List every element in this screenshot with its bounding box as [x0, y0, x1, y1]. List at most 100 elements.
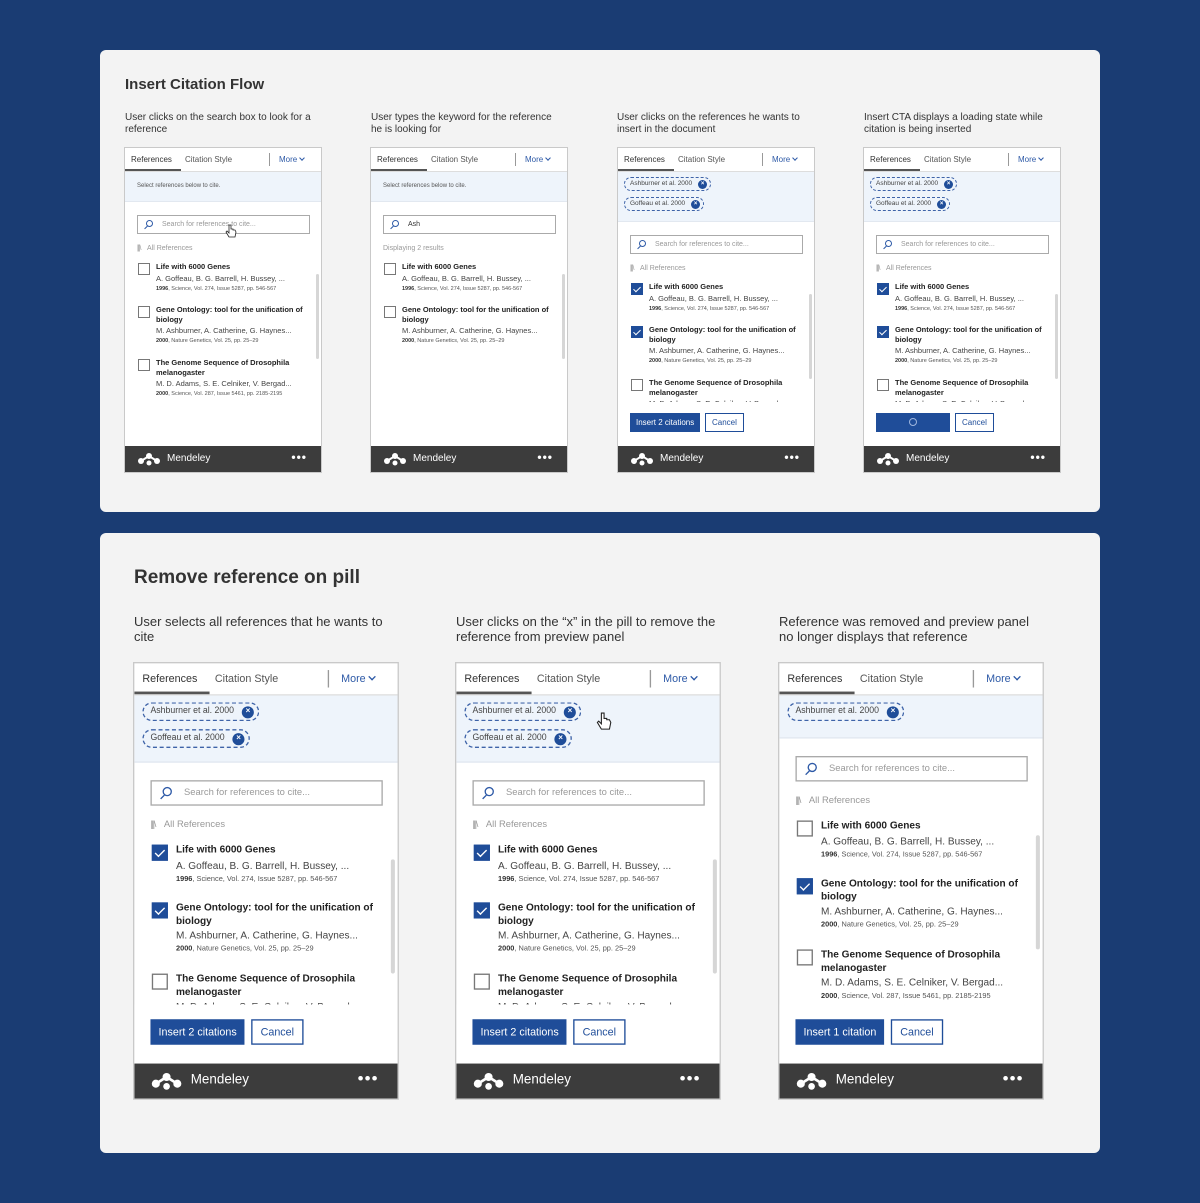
insert-citations-button[interactable]: Insert 1 citation: [795, 1019, 885, 1045]
more-menu-button[interactable]: More: [279, 155, 306, 164]
tab-citation-style[interactable]: Citation Style: [215, 673, 278, 685]
list-scrollbar[interactable]: [1055, 294, 1058, 379]
reference-item[interactable]: The Genome Sequence of Drosophila melano…: [618, 378, 814, 402]
reference-checkbox[interactable]: [631, 326, 643, 338]
insert-citations-button-loading[interactable]: [876, 413, 950, 432]
reference-authors: A. Goffeau, B. G. Barrell, H. Bussey, ..…: [649, 294, 778, 303]
all-references-label: |||\ All References: [876, 265, 932, 272]
tab-references[interactable]: References: [377, 155, 418, 164]
reference-checkbox[interactable]: [138, 359, 150, 371]
reference-checkbox[interactable]: [384, 306, 396, 318]
remove-pill-icon[interactable]: ×: [944, 180, 954, 189]
tab-citation-style[interactable]: Citation Style: [678, 155, 725, 164]
insert-citations-button[interactable]: Insert 2 citations: [150, 1019, 245, 1045]
reference-item[interactable]: Gene Ontology: tool for the unification …: [618, 325, 814, 378]
search-input[interactable]: Ash: [383, 215, 556, 234]
search-input[interactable]: Search for references to cite...: [472, 780, 705, 806]
reference-checkbox[interactable]: [473, 902, 490, 919]
cancel-button[interactable]: Cancel: [955, 413, 994, 432]
overflow-menu-icon[interactable]: •••: [358, 1069, 379, 1088]
reference-item[interactable]: The Genome Sequence of Drosophila melano…: [864, 378, 1060, 402]
list-scrollbar[interactable]: [1035, 835, 1040, 950]
search-input[interactable]: Search for references to cite...: [137, 215, 310, 234]
reference-checkbox[interactable]: [473, 973, 490, 990]
reference-item[interactable]: Gene Ontology: tool for the unification …: [456, 901, 719, 972]
reference-item[interactable]: The Genome Sequence of Drosophila melano…: [456, 972, 719, 1004]
reference-authors: M. D. Adams, S. E. Celniker, V. Bergad..…: [820, 976, 1004, 989]
tab-citation-style[interactable]: Citation Style: [185, 155, 232, 164]
reference-checkbox[interactable]: [151, 902, 168, 919]
reference-item[interactable]: The Genome Sequence of Drosophila melano…: [779, 948, 1042, 1004]
tab-references[interactable]: References: [787, 673, 842, 685]
tab-references[interactable]: References: [870, 155, 911, 164]
tab-citation-style[interactable]: Citation Style: [924, 155, 971, 164]
more-menu-button[interactable]: More: [772, 155, 799, 164]
overflow-menu-icon[interactable]: •••: [680, 1069, 701, 1088]
cancel-button[interactable]: Cancel: [251, 1019, 304, 1045]
search-input[interactable]: Search for references to cite...: [795, 756, 1028, 782]
reference-checkbox[interactable]: [151, 844, 168, 861]
reference-item[interactable]: Gene Ontology: tool for the unification …: [864, 325, 1060, 378]
reference-checkbox[interactable]: [796, 820, 813, 837]
more-menu-button[interactable]: More: [663, 673, 699, 685]
overflow-menu-icon[interactable]: •••: [784, 450, 800, 464]
reference-checkbox[interactable]: [138, 306, 150, 318]
reference-details: 2000, Nature Genetics, Vol. 25, pp. 25–2…: [176, 945, 384, 953]
remove-pill-icon[interactable]: ×: [886, 706, 900, 719]
tab-citation-style[interactable]: Citation Style: [537, 673, 600, 685]
insert-citations-button[interactable]: Insert 2 citations: [472, 1019, 567, 1045]
tab-citation-style[interactable]: Citation Style: [431, 155, 478, 164]
cancel-button[interactable]: Cancel: [705, 413, 744, 432]
reference-checkbox[interactable]: [796, 878, 813, 895]
reference-checkbox[interactable]: [877, 326, 889, 338]
remove-pill-icon[interactable]: ×: [698, 180, 708, 189]
search-input[interactable]: Search for references to cite...: [150, 780, 383, 806]
reference-item[interactable]: Gene Ontology: tool for the unification …: [125, 305, 321, 358]
reference-checkbox[interactable]: [138, 263, 150, 275]
tab-citation-style[interactable]: Citation Style: [860, 673, 923, 685]
more-menu-button[interactable]: More: [525, 155, 552, 164]
list-scrollbar[interactable]: [562, 274, 565, 359]
reference-item[interactable]: Gene Ontology: tool for the unification …: [134, 901, 397, 972]
overflow-menu-icon[interactable]: •••: [537, 450, 553, 464]
more-menu-button[interactable]: More: [1018, 155, 1045, 164]
overflow-menu-icon[interactable]: •••: [1030, 450, 1046, 464]
tab-references[interactable]: References: [464, 673, 519, 685]
tab-references[interactable]: References: [624, 155, 665, 164]
reference-checkbox[interactable]: [796, 949, 813, 966]
reference-checkbox[interactable]: [877, 379, 889, 391]
footer-brand-name: Mendeley: [190, 1072, 249, 1088]
cancel-button[interactable]: Cancel: [573, 1019, 626, 1045]
search-input[interactable]: Search for references to cite...: [876, 235, 1049, 254]
cancel-button[interactable]: Cancel: [890, 1019, 944, 1045]
reference-checkbox[interactable]: [473, 844, 490, 861]
tab-references[interactable]: References: [131, 155, 172, 164]
list-scrollbar[interactable]: [390, 859, 395, 974]
tab-bar: References Citation Style More: [779, 663, 1043, 696]
list-scrollbar[interactable]: [712, 859, 717, 974]
remove-pill-icon[interactable]: ×: [554, 733, 567, 746]
reference-item[interactable]: The Genome Sequence of Drosophila melano…: [134, 972, 397, 1004]
reference-item[interactable]: Gene Ontology: tool for the unification …: [779, 877, 1042, 948]
more-menu-button[interactable]: More: [986, 673, 1022, 685]
tab-references[interactable]: References: [142, 673, 197, 685]
overflow-menu-icon[interactable]: •••: [1003, 1069, 1024, 1088]
list-scrollbar[interactable]: [316, 274, 319, 359]
reference-checkbox[interactable]: [631, 379, 643, 391]
reference-checkbox[interactable]: [384, 263, 396, 275]
overflow-menu-icon[interactable]: •••: [291, 450, 307, 464]
remove-pill-icon[interactable]: ×: [691, 200, 701, 209]
reference-item[interactable]: Gene Ontology: tool for the unification …: [371, 305, 567, 358]
reference-checkbox[interactable]: [151, 973, 168, 990]
remove-pill-icon[interactable]: ×: [241, 706, 255, 719]
more-menu-button[interactable]: More: [341, 673, 377, 685]
list-scrollbar[interactable]: [809, 294, 812, 379]
reference-checkbox[interactable]: [877, 283, 889, 295]
reference-checkbox[interactable]: [631, 283, 643, 295]
remove-pill-icon[interactable]: ×: [563, 706, 577, 719]
reference-item[interactable]: The Genome Sequence of Drosophila melano…: [125, 358, 321, 411]
insert-citations-button[interactable]: Insert 2 citations: [630, 413, 701, 432]
remove-pill-icon[interactable]: ×: [232, 733, 245, 746]
search-input[interactable]: Search for references to cite...: [630, 235, 803, 254]
remove-pill-icon[interactable]: ×: [937, 200, 947, 209]
